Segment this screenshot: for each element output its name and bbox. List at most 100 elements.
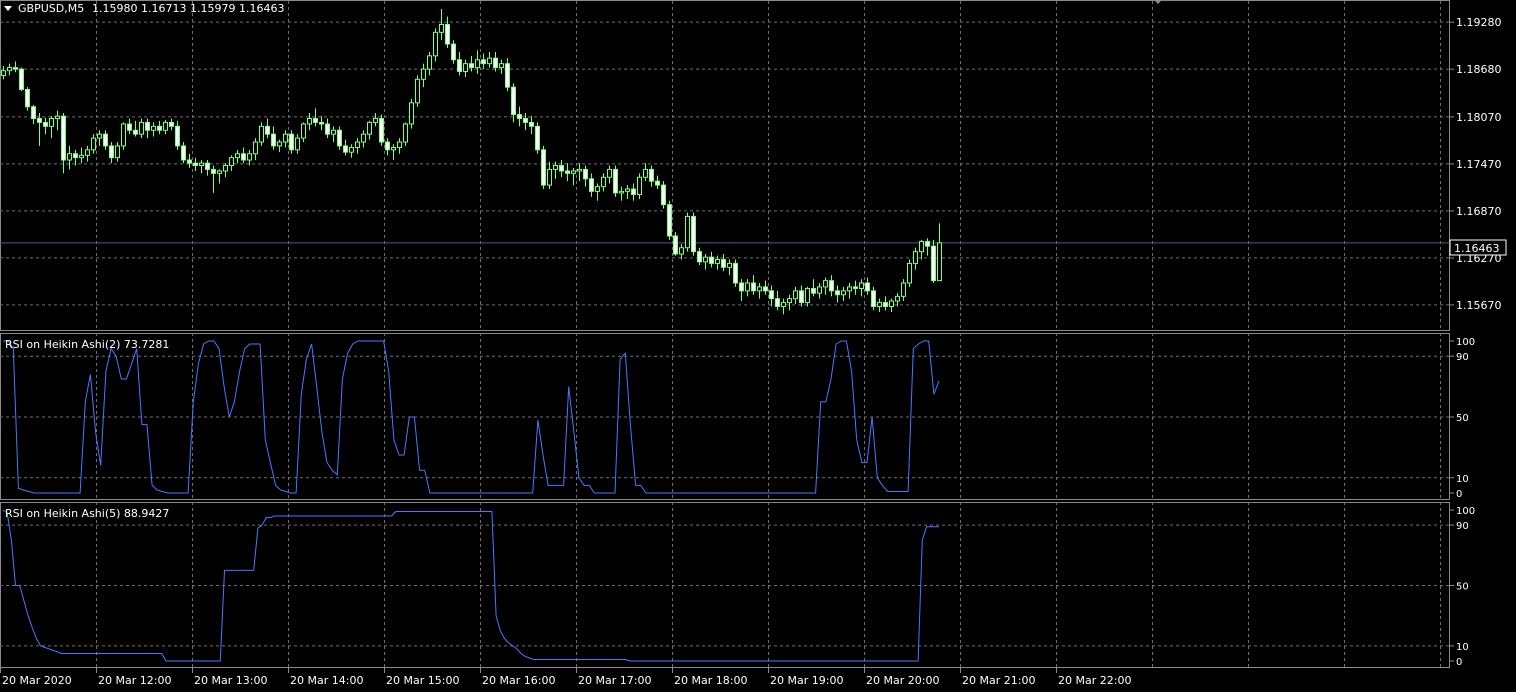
bear-candle <box>541 149 546 186</box>
bull-candle <box>55 115 60 120</box>
bear-candle <box>673 235 678 255</box>
price-panel-frame <box>0 0 1450 331</box>
bear-candle <box>205 162 210 170</box>
bear-candle <box>19 68 24 91</box>
bear-candle <box>583 168 588 180</box>
bull-candle <box>115 145 120 159</box>
bull-candle <box>229 157 234 167</box>
bear-candle <box>169 121 174 127</box>
bull-candle <box>487 57 492 65</box>
bull-candle <box>421 68 426 80</box>
bull-candle <box>7 67 12 72</box>
current-price-label: 1.16463 <box>1454 242 1500 255</box>
bull-candle <box>847 286 852 292</box>
bull-candle <box>817 286 822 294</box>
bear-candle <box>775 298 780 307</box>
bear-candle <box>181 145 186 161</box>
bull-candle <box>247 153 252 161</box>
bear-candle <box>811 287 816 294</box>
bear-candle <box>661 184 666 206</box>
bull-candle <box>121 123 126 147</box>
bull-candle <box>235 153 240 159</box>
bull-candle <box>331 129 336 135</box>
bear-candle <box>103 133 108 147</box>
bear-candle <box>769 290 774 300</box>
bull-candle <box>703 256 708 263</box>
bull-candle <box>727 262 732 268</box>
bear-candle <box>655 180 660 186</box>
bull-candle <box>409 102 414 125</box>
bull-candle <box>307 118 312 125</box>
bull-candle <box>781 302 786 308</box>
bear-candle <box>565 170 570 174</box>
bear-candle <box>649 168 654 182</box>
bear-candle <box>379 118 384 143</box>
bull-candle <box>841 290 846 296</box>
bear-candle <box>127 123 132 131</box>
bear-candle <box>265 125 270 135</box>
price-tick-label: 1.18070 <box>1456 111 1502 124</box>
bull-candle <box>259 125 264 143</box>
rsi2-panel: 1009050100 RSI on Heikin Ashi(2) 73.7281 <box>0 333 1475 501</box>
bear-candle <box>241 153 246 161</box>
triangle-down-icon[interactable] <box>4 6 12 11</box>
bull-candle <box>361 133 366 143</box>
bull-candle <box>79 154 84 159</box>
rsi5-panel: 1009050100 RSI on Heikin Ashi(5) 88.9427 <box>0 502 1475 669</box>
bull-candle <box>427 55 432 70</box>
current-price-tag: 1.16463 <box>1449 239 1507 256</box>
bull-candle <box>49 118 54 127</box>
bull-candle <box>787 298 792 304</box>
bull-candle <box>163 121 168 131</box>
bull-candle <box>403 123 408 143</box>
bear-candle <box>931 245 936 282</box>
symbol-timeframe: GBPUSD,M5 <box>18 2 84 15</box>
bear-candle <box>481 59 486 65</box>
bear-candle <box>145 121 150 131</box>
bear-candle <box>709 256 714 264</box>
time-tick-label: 20 Mar 13:00 <box>194 674 267 687</box>
rsi-tick-label: 50 <box>1456 582 1469 593</box>
bull-candle <box>85 149 90 156</box>
bear-candle <box>13 67 18 70</box>
bear-candle <box>523 118 528 123</box>
rsi-tick-label: 100 <box>1456 337 1475 348</box>
time-tick-label: 20 Mar 21:00 <box>962 674 1035 687</box>
bear-candle <box>385 141 390 151</box>
bear-candle <box>535 125 540 151</box>
bull-candle <box>715 259 720 264</box>
rsi5-title: RSI on Heikin Ashi(5) 88.9427 <box>5 507 169 520</box>
time-tick-label: 20 Mar 20:00 <box>866 674 939 687</box>
bull-candle <box>877 302 882 308</box>
bear-candle <box>211 168 216 174</box>
bear-candle <box>193 162 198 166</box>
bull-candle <box>355 141 360 148</box>
bear-candle <box>469 63 474 69</box>
bull-candle <box>919 240 924 253</box>
bear-candle <box>109 145 114 159</box>
bear-candle <box>31 106 36 119</box>
rsi-tick-label: 0 <box>1456 657 1462 668</box>
bear-candle <box>829 280 834 292</box>
bear-candle <box>271 133 276 147</box>
ohlc-values: 1.15980 1.16713 1.15979 1.16463 <box>92 2 284 15</box>
bull-candle <box>937 242 942 282</box>
scroll-marker-icon[interactable] <box>1154 0 1162 4</box>
bull-candle <box>301 123 306 139</box>
bull-candle <box>67 153 72 161</box>
bull-candle <box>745 282 750 292</box>
bull-candle <box>619 190 624 194</box>
bull-candle <box>637 176 642 195</box>
rsi-tick-label: 0 <box>1456 489 1462 500</box>
rsi-tick-label: 100 <box>1456 506 1475 517</box>
bull-candle <box>901 282 906 297</box>
rsi-tick-label: 10 <box>1456 474 1469 485</box>
bull-candle <box>793 290 798 300</box>
bear-candle <box>25 89 30 108</box>
time-tick-label: 20 Mar 15:00 <box>386 674 459 687</box>
symbol-header[interactable]: GBPUSD,M5 1.15980 1.16713 1.15979 1.1646… <box>4 2 284 15</box>
bull-candle <box>415 78 420 104</box>
bear-candle <box>763 286 768 292</box>
rsi5-axis: 1009050100 <box>1450 506 1475 668</box>
bear-candle <box>175 125 180 147</box>
